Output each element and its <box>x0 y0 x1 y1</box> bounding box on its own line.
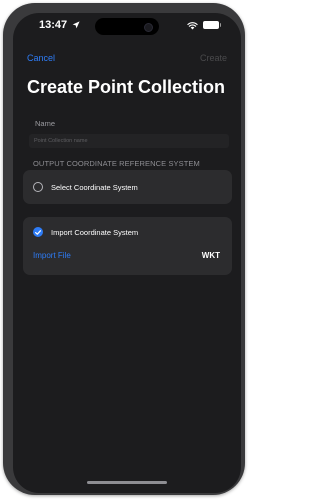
page-title: Create Point Collection <box>27 77 226 97</box>
checkmark-icon[interactable] <box>33 227 43 237</box>
format-label: WKT <box>201 251 220 260</box>
select-coordinate-system-option[interactable]: Select Coordinate System <box>23 170 232 204</box>
radio-unchecked-icon[interactable] <box>33 182 43 192</box>
dynamic-island <box>95 18 159 35</box>
name-label: Name <box>35 119 56 128</box>
phone-frame: 13:47 Cancel Create Create Point Collect… <box>3 3 245 495</box>
option-label: Select Coordinate System <box>51 183 138 192</box>
home-indicator[interactable] <box>87 481 167 484</box>
location-arrow-icon <box>72 21 80 29</box>
crs-section-header: OUTPUT COORDINATE REFERENCE SYSTEM <box>33 159 200 168</box>
cancel-button[interactable]: Cancel <box>27 53 55 63</box>
create-button[interactable]: Create <box>200 53 227 63</box>
status-time: 13:47 <box>39 19 68 31</box>
import-coordinate-system-option[interactable]: Import Coordinate System Import File WKT <box>23 217 232 275</box>
option-label: Import Coordinate System <box>51 228 139 237</box>
name-input[interactable] <box>29 134 229 148</box>
status-bar: 13:47 <box>13 13 241 39</box>
battery-icon <box>203 21 221 29</box>
camera-icon <box>144 23 153 32</box>
screen: 13:47 Cancel Create Create Point Collect… <box>13 13 241 493</box>
import-file-button[interactable]: Import File <box>33 251 71 260</box>
wifi-icon <box>187 22 198 30</box>
